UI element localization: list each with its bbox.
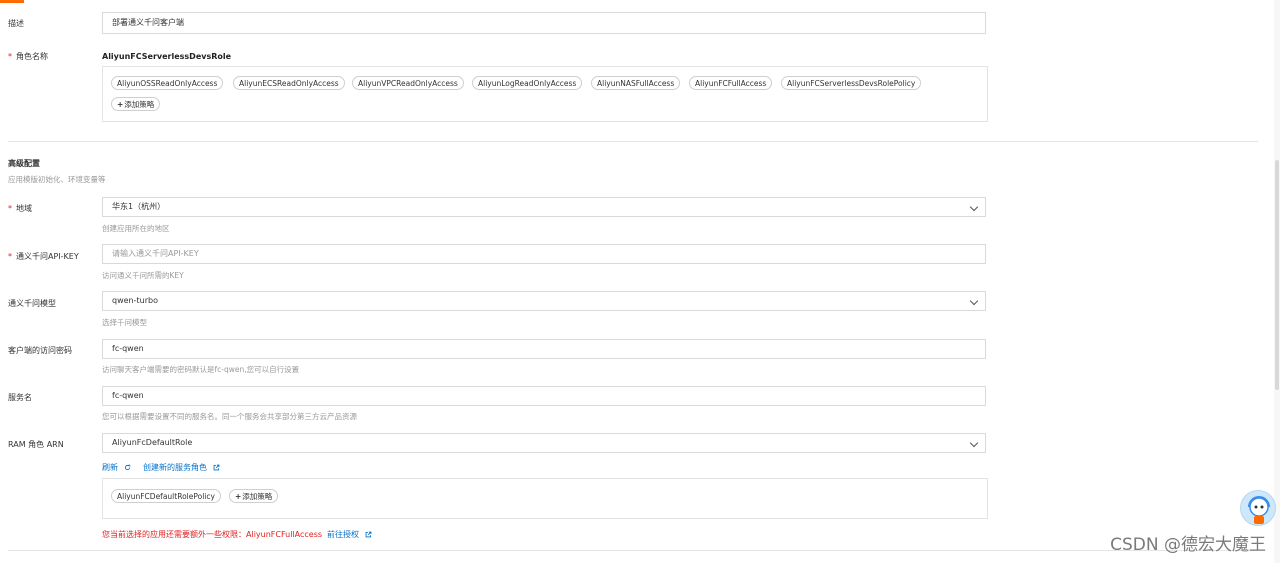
role-name-label: 角色名称: [8, 51, 48, 62]
model-select[interactable]: qwen-turbo: [102, 291, 986, 311]
chevron-down-icon: [969, 438, 979, 448]
api-key-input[interactable]: 请输入通义千问API-KEY: [102, 244, 986, 264]
role-name-value: AliyunFCServerlessDevsRole: [102, 52, 232, 61]
ram-policy-box: AliyunFCDefaultRolePolicy +添加策略: [102, 478, 988, 519]
region-select[interactable]: 华东1（杭州）: [102, 197, 986, 217]
refresh-label: 刷新: [102, 463, 118, 472]
create-role-link[interactable]: 创建新的服务角色: [143, 462, 220, 473]
policy-tag: AliyunECSReadOnlyAccess: [233, 76, 345, 90]
authorize-link[interactable]: 前往授权: [327, 529, 372, 540]
create-role-label: 创建新的服务角色: [143, 463, 207, 472]
policy-tag: AliyunFCDefaultRolePolicy: [111, 489, 221, 503]
service-name-hint: 您可以根据需要设置不同的服务名。同一个服务会共享部分第三方云产品资源: [102, 412, 357, 421]
add-policy-button[interactable]: +添加策略: [229, 489, 279, 503]
chevron-down-icon: [969, 202, 979, 212]
assistant-button[interactable]: [1240, 490, 1276, 526]
assistant-avatar-icon: [1248, 496, 1270, 524]
role-policy-box: AliyunOSSReadOnlyAccess AliyunECSReadOnl…: [102, 66, 988, 122]
api-key-label: 通义千问API-KEY: [8, 251, 79, 262]
section-divider: [8, 141, 1258, 142]
chevron-down-icon: [969, 296, 979, 306]
model-value: qwen-turbo: [112, 296, 158, 305]
advanced-section-title: 高级配置: [8, 159, 40, 168]
client-password-hint: 访问聊天客户端需要的密码默认是fc-qwen,您可以自行设置: [102, 365, 300, 374]
top-bar: [0, 0, 1280, 3]
ram-role-select[interactable]: AliyunFcDefaultRole: [102, 433, 986, 453]
external-link-icon: [365, 531, 371, 538]
section-divider: [8, 550, 1258, 551]
policy-tag: AliyunLogReadOnlyAccess: [472, 76, 583, 90]
refresh-link[interactable]: 刷新: [102, 462, 131, 473]
advanced-section-subtitle: 应用模版初始化、环境变量等: [8, 175, 106, 184]
policy-tag: AliyunFCServerlessDevsRolePolicy: [781, 76, 922, 90]
watermark: CSDN @德宏大魔王: [1110, 535, 1266, 555]
scrollbar[interactable]: [1274, 0, 1280, 563]
external-link-icon: [213, 464, 219, 471]
policy-tag: AliyunNASFullAccess: [591, 76, 681, 90]
ram-role-value: AliyunFcDefaultRole: [112, 438, 193, 447]
policy-tag: AliyunVPCReadOnlyAccess: [352, 76, 464, 90]
service-name-label: 服务名: [8, 393, 32, 402]
permission-warning-text: 您当前选择的应用还需要额外一些权限：AliyunFCFullAccess: [102, 530, 323, 539]
model-label: 通义千问模型: [8, 299, 56, 308]
active-tab-indicator: [0, 0, 24, 3]
policy-tag: AliyunOSSReadOnlyAccess: [111, 76, 224, 90]
permission-warning: 您当前选择的应用还需要额外一些权限：AliyunFCFullAccess: [102, 529, 322, 540]
add-policy-label: 添加策略: [124, 100, 155, 109]
plus-icon: +: [235, 492, 242, 501]
service-name-input[interactable]: fc-qwen: [102, 386, 986, 406]
authorize-label: 前往授权: [327, 530, 359, 539]
api-key-hint: 访问通义千问所需的KEY: [102, 271, 184, 280]
scrollbar-thumb[interactable]: [1275, 160, 1279, 390]
add-policy-button[interactable]: +添加策略: [111, 97, 161, 111]
refresh-icon: [124, 464, 130, 471]
region-label: 地域: [8, 203, 32, 214]
region-hint: 创建应用所在的地区: [102, 224, 170, 233]
plus-icon: +: [117, 100, 124, 109]
add-policy-label: 添加策略: [242, 492, 273, 501]
policy-tag: AliyunFCFullAccess: [689, 76, 773, 90]
description-label: 描述: [8, 19, 24, 28]
client-password-label: 客户端的访问密码: [8, 346, 72, 355]
description-input[interactable]: 部署通义千问客户端: [102, 12, 986, 34]
model-hint: 选择千问模型: [102, 318, 147, 327]
region-value: 华东1（杭州）: [112, 202, 166, 211]
client-password-input[interactable]: fc-qwen: [102, 339, 986, 359]
ram-role-label: RAM 角色 ARN: [8, 440, 64, 449]
